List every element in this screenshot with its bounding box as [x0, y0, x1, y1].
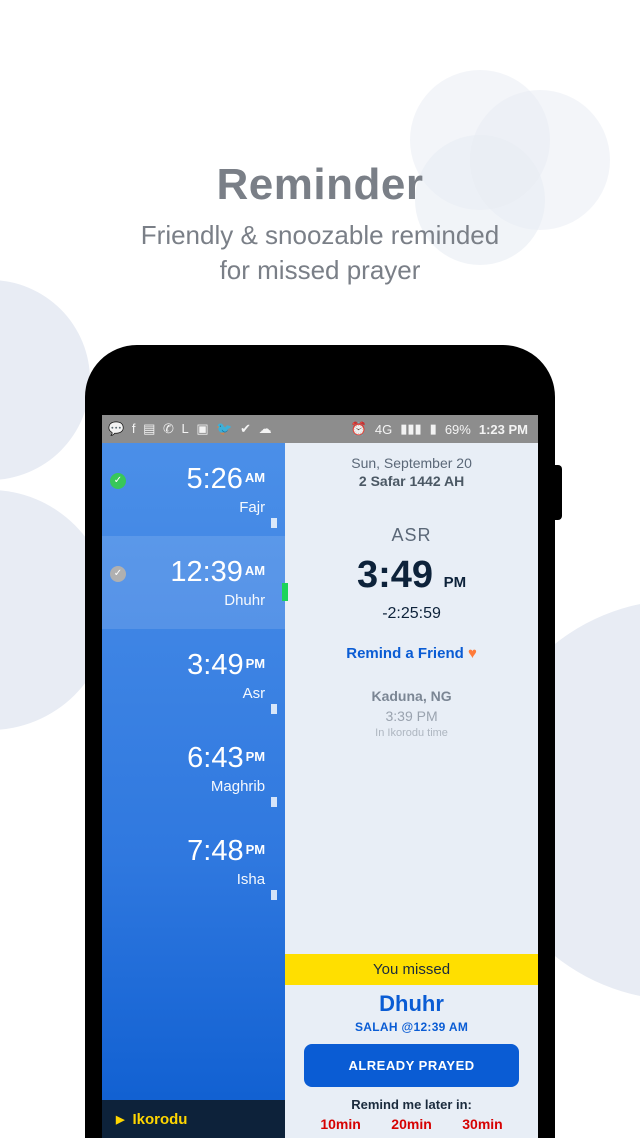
app-body: 5:26AM Fajr 12:39AM Dhuhr 3:49PM Asr 6:: [102, 443, 538, 1138]
hijri-date: 2 Safar 1442 AH: [295, 473, 528, 489]
snooze-10min[interactable]: 10min: [320, 1116, 360, 1132]
heart-icon: ♥: [468, 645, 477, 662]
statusbar-icons-left: 💬 f ▤ ✆ L ▣ 🐦 ✔ ☁: [108, 421, 276, 437]
hero: Reminder Friendly & snoozable reminded f…: [0, 0, 640, 288]
prayer-name: Fajr: [116, 499, 265, 516]
remind-friend-link[interactable]: Remind a Friend ♥: [285, 645, 538, 662]
prayer-item-dhuhr[interactable]: 12:39AM Dhuhr: [102, 536, 285, 629]
alt-note: In Ikorodu time: [285, 727, 538, 739]
prayer-time: 12:39AM: [116, 556, 265, 589]
document-icon: ▤: [143, 421, 155, 437]
tick-mark: [271, 704, 277, 714]
date-block: Sun, September 20 2 Safar 1442 AH: [285, 443, 538, 495]
prayer-sidebar: 5:26AM Fajr 12:39AM Dhuhr 3:49PM Asr 6:: [102, 443, 285, 1138]
prayer-item-fajr[interactable]: 5:26AM Fajr: [102, 443, 285, 536]
battery-icon: ▮: [430, 421, 437, 437]
image-icon: ▣: [196, 421, 208, 437]
current-prayer-block: ASR 3:49 PM -2:25:59 Remind a Friend ♥: [285, 525, 538, 662]
remind-friend-label: Remind a Friend: [346, 645, 464, 662]
signal-icon: ▮▮▮: [400, 421, 421, 437]
prayer-item-maghrib[interactable]: 6:43PM Maghrib: [102, 722, 285, 815]
prayer-name: Asr: [116, 685, 265, 702]
tick-mark: [271, 797, 277, 807]
main-panel: Sun, September 20 2 Safar 1442 AH ASR 3:…: [285, 443, 538, 1138]
snooze-options: 10min 20min 30min: [295, 1112, 528, 1132]
phone-frame: 💬 f ▤ ✆ L ▣ 🐦 ✔ ☁ ⏰ 4G ▮▮▮ ▮ 69% 1:23 PM: [85, 345, 555, 1138]
tick-mark: [271, 890, 277, 900]
alarm-icon: ⏰: [351, 421, 367, 437]
already-prayed-button[interactable]: ALREADY PRAYED: [304, 1044, 518, 1087]
facebook-icon: f: [132, 421, 136, 436]
prayer-name: Dhuhr: [116, 592, 265, 609]
check-circle-icon: ✔: [240, 421, 251, 437]
missed-card: You missed Dhuhr SALAH @12:39 AM ALREADY…: [285, 954, 538, 1138]
snooze-20min[interactable]: 20min: [391, 1116, 431, 1132]
missed-prayer-detail: SALAH @12:39 AM: [295, 1020, 528, 1034]
missed-header: You missed: [285, 954, 538, 985]
alt-time: 3:39 PM: [285, 708, 538, 724]
current-indicator: [282, 583, 288, 601]
hero-subtitle: Friendly & snoozable reminded for missed…: [0, 218, 640, 288]
whatsapp-icon: ✆: [163, 421, 174, 437]
prayer-item-isha[interactable]: 7:48PM Isha: [102, 815, 285, 908]
current-prayer-time: 3:49 PM: [285, 554, 538, 597]
gregorian-date: Sun, September 20: [295, 455, 528, 471]
hero-title: Reminder: [0, 160, 640, 210]
network-icon: 4G: [375, 422, 392, 437]
current-prayer-label: ASR: [285, 525, 538, 546]
countdown: -2:25:59: [285, 605, 538, 623]
prayer-time: 6:43PM: [116, 742, 265, 775]
statusbar-icons-right: ⏰ 4G ▮▮▮ ▮ 69% 1:23 PM: [351, 421, 532, 437]
prayer-name: Isha: [116, 871, 265, 888]
prayer-time: 5:26AM: [116, 463, 265, 496]
prayer-time: 3:49PM: [116, 649, 265, 682]
cloud-icon: ☁: [259, 421, 272, 437]
location-footer[interactable]: Ikorodu: [102, 1100, 285, 1138]
battery-percent: 69%: [445, 422, 471, 437]
location-label: Ikorodu: [132, 1111, 187, 1128]
l-icon: L: [182, 421, 189, 436]
prayer-name: Maghrib: [116, 778, 265, 795]
speech-bubble-icon: 💬: [108, 421, 124, 437]
prayer-time: 7:48PM: [116, 835, 265, 868]
twitter-icon: 🐦: [216, 421, 232, 437]
check-icon: [110, 473, 126, 489]
check-icon: [110, 566, 126, 582]
statusbar-time: 1:23 PM: [479, 422, 528, 437]
snooze-30min[interactable]: 30min: [462, 1116, 502, 1132]
prayer-item-asr[interactable]: 3:49PM Asr: [102, 629, 285, 722]
bg-circle: [0, 280, 90, 480]
phone-side-button: [555, 465, 562, 520]
tick-mark: [271, 518, 277, 528]
remind-later-label: Remind me later in:: [295, 1097, 528, 1112]
statusbar: 💬 f ▤ ✆ L ▣ 🐦 ✔ ☁ ⏰ 4G ▮▮▮ ▮ 69% 1:23 PM: [102, 415, 538, 443]
alt-location: Kaduna, NG: [285, 688, 538, 704]
missed-prayer-name: Dhuhr: [295, 991, 528, 1017]
phone-screen: 💬 f ▤ ✆ L ▣ 🐦 ✔ ☁ ⏰ 4G ▮▮▮ ▮ 69% 1:23 PM: [102, 415, 538, 1138]
